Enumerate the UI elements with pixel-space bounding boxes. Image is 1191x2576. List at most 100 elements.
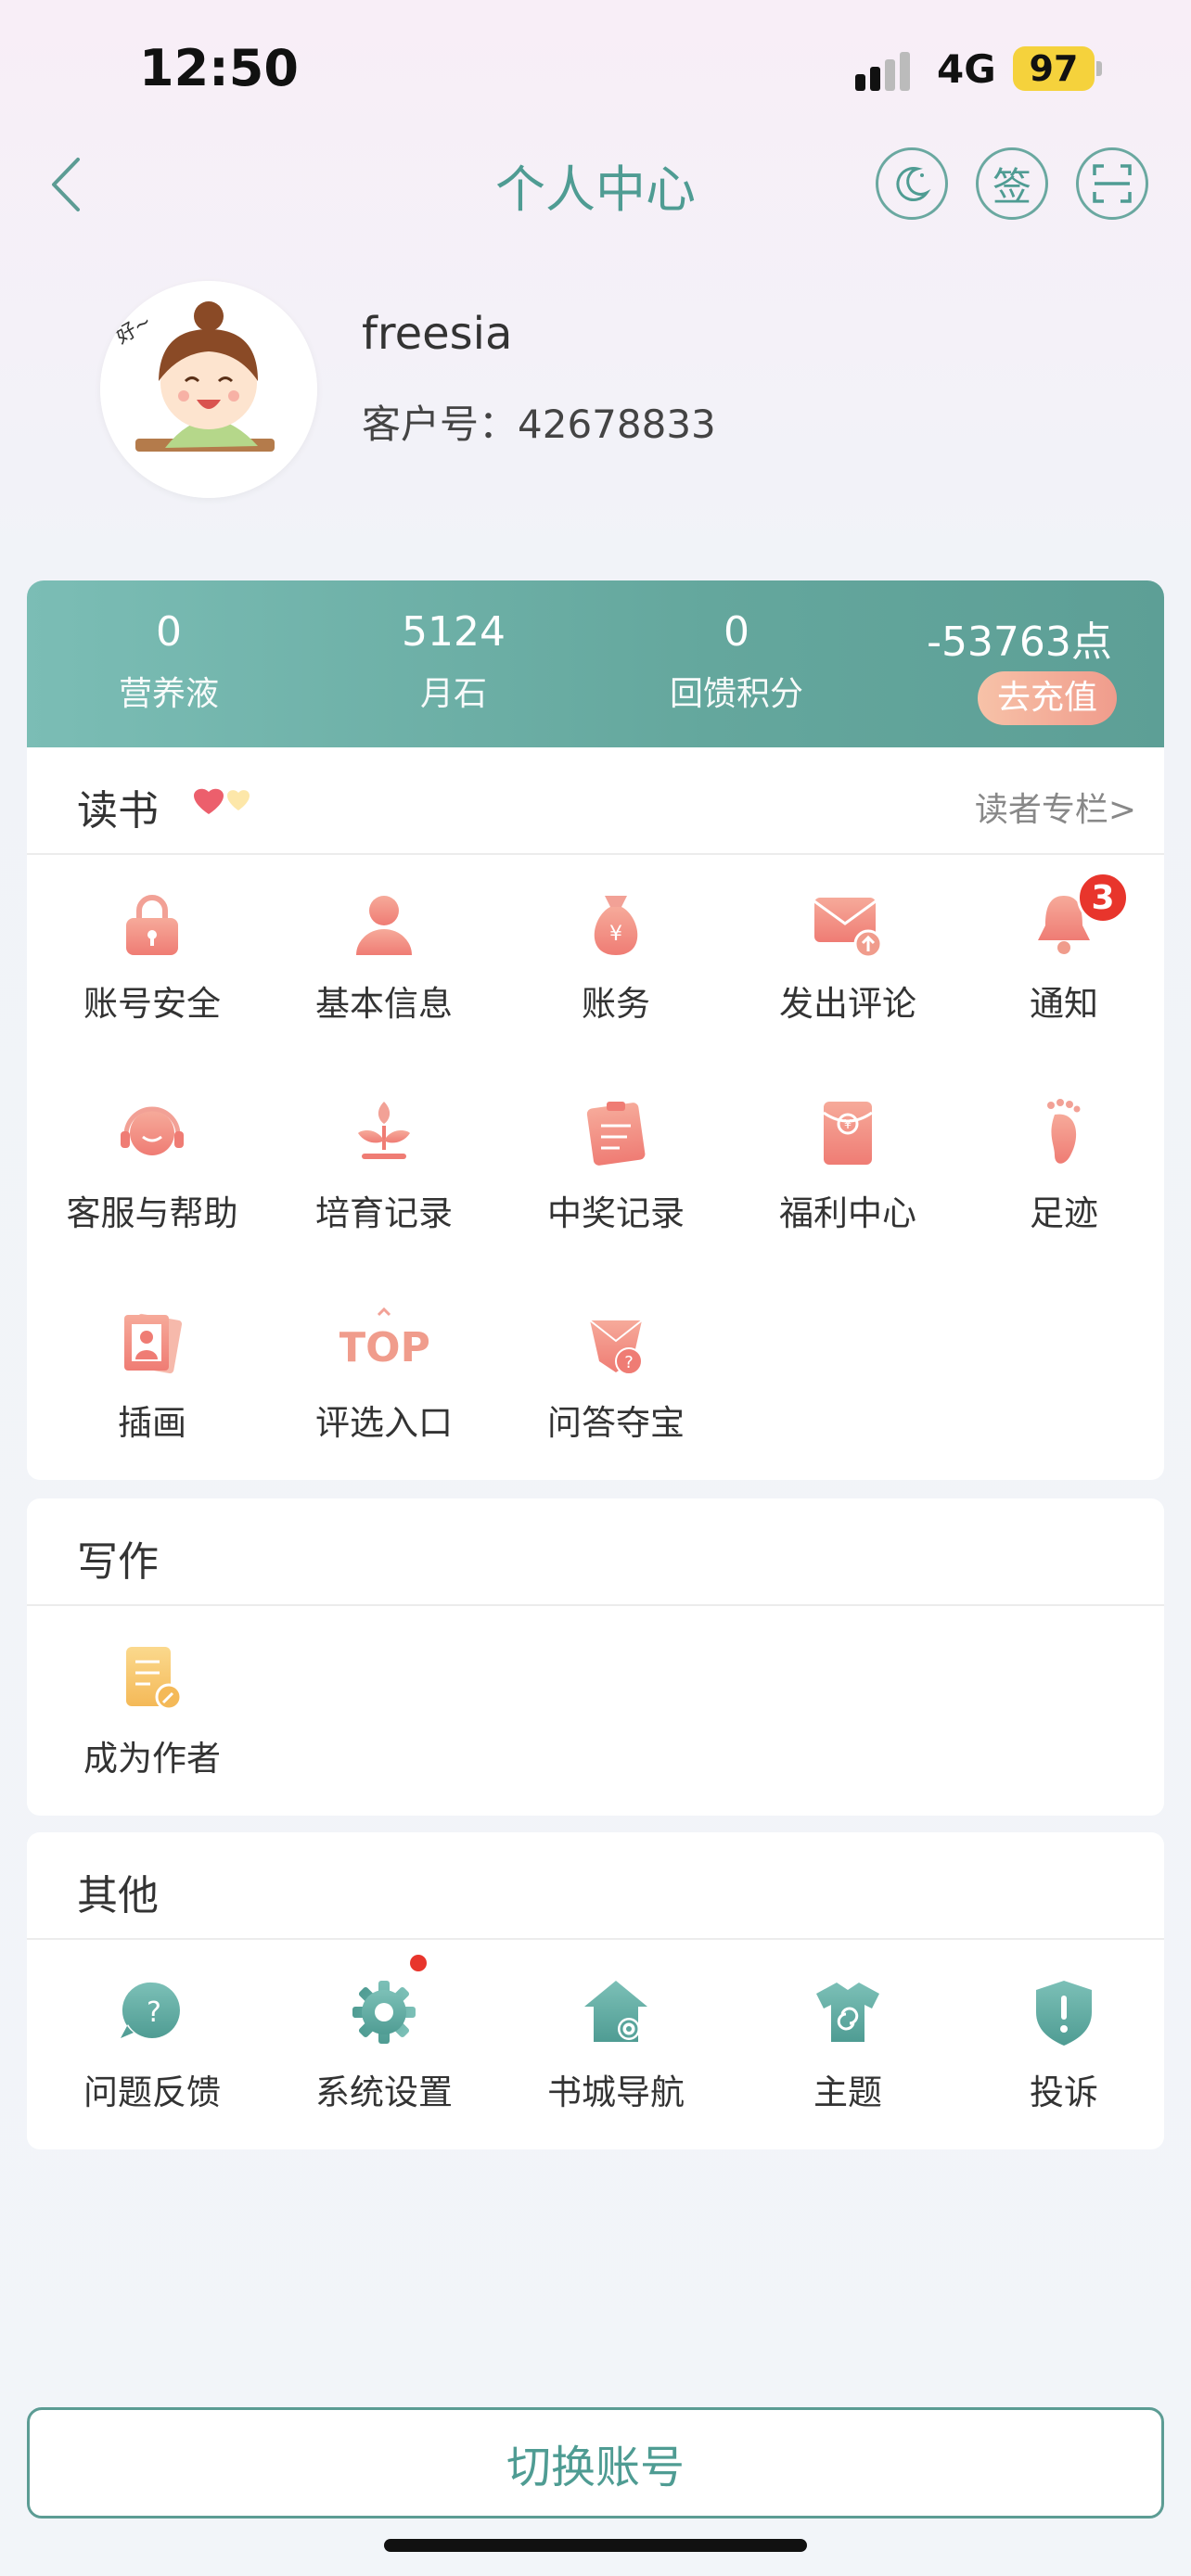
points-value: -53763点	[927, 618, 1112, 666]
item-label: 账号安全	[83, 984, 221, 1024]
moon-icon	[896, 167, 931, 201]
item-label: 客服与帮助	[66, 1193, 238, 1233]
settings-dot	[410, 1955, 427, 1971]
writing-header: 写作	[27, 1498, 1164, 1606]
item-label: 评选入口	[315, 1403, 453, 1443]
question-bubble-icon: ?	[121, 1982, 180, 2038]
item-finance[interactable]: ¥ 账务	[500, 888, 732, 1026]
recharge-button[interactable]: 去充值	[978, 671, 1117, 725]
hearts-icon	[194, 788, 250, 814]
item-feedback[interactable]: ? 问题反馈	[36, 1977, 268, 2114]
notification-badge: 3	[1077, 872, 1129, 924]
stat-label: 回馈积分	[669, 675, 803, 713]
status-time: 12:50	[139, 39, 299, 97]
gear-icon	[352, 1981, 416, 2044]
svg-text:¥: ¥	[844, 1118, 852, 1132]
other-title: 其他	[77, 1872, 159, 1919]
svg-text:?: ?	[624, 1353, 634, 1372]
reading-header: 读书 读者专栏>	[27, 747, 1164, 855]
scan-icon	[1093, 164, 1132, 203]
stats-bar: 0 营养液 5124 月石 0 回馈积分 -53763点 去充值	[27, 580, 1164, 759]
item-label: 主题	[813, 2072, 882, 2112]
signal-icon	[855, 52, 910, 91]
stat-value: 0	[724, 608, 749, 656]
network-type: 4G	[937, 46, 996, 92]
stat-reward-points[interactable]: 0 回馈积分	[616, 608, 857, 715]
stat-value: 0	[156, 608, 182, 656]
item-label: 基本信息	[315, 984, 453, 1024]
item-label: 发出评论	[779, 984, 916, 1024]
stat-label: 营养液	[118, 675, 219, 713]
username: freesia	[362, 308, 513, 360]
sign-in-label: 签	[992, 163, 1031, 210]
top-icon: TOP	[338, 1307, 430, 1371]
item-theme[interactable]: 主题	[732, 1977, 964, 2114]
item-label: 福利中心	[779, 1193, 916, 1233]
item-label: 中奖记录	[547, 1193, 685, 1233]
sprout-icon	[358, 1102, 410, 1159]
scan-button[interactable]	[1076, 147, 1148, 220]
svg-text:¥: ¥	[609, 923, 622, 946]
lock-icon	[126, 895, 178, 955]
item-customer-service[interactable]: 客服与帮助	[36, 1098, 268, 1235]
stat-value: 5124	[402, 608, 506, 656]
item-basic-info[interactable]: 基本信息	[268, 888, 500, 1026]
item-label: 系统设置	[315, 2072, 453, 2112]
item-store-navigation[interactable]: 书城导航	[500, 1977, 732, 2114]
reader-column-link[interactable]: 读者专栏>	[975, 783, 1136, 831]
item-account-security[interactable]: 账号安全	[36, 888, 268, 1026]
item-label: 插画	[118, 1403, 186, 1443]
battery-level: 97	[1029, 48, 1079, 89]
item-voting-entry[interactable]: TOP 评选入口	[268, 1307, 500, 1445]
red-packet-icon: ¥	[823, 1102, 873, 1165]
other-section: 其他 ? 问题反馈 系统设置 书城导航 主题 投诉	[27, 1832, 1164, 2149]
item-label: 问答夺宝	[547, 1403, 685, 1443]
battery-icon: 97	[1013, 46, 1095, 91]
item-label: 通知	[1030, 984, 1098, 1024]
avatar[interactable]: 好~	[100, 281, 317, 498]
avatar-image: 好~	[100, 281, 317, 498]
item-qa-treasure[interactable]: ? 问答夺宝	[500, 1307, 732, 1445]
stat-nutrient[interactable]: 0 营养液	[48, 608, 289, 715]
writing-section: 写作 成为作者	[27, 1498, 1164, 1816]
item-label: 问题反馈	[83, 2072, 221, 2112]
sign-in-button[interactable]: 签	[976, 147, 1048, 220]
item-illustration[interactable]: 插画	[36, 1307, 268, 1445]
customer-number: 客户号：42678833	[362, 402, 716, 447]
home-indicator[interactable]	[384, 2539, 807, 2552]
item-label: 投诉	[1030, 2072, 1098, 2112]
user-icon	[356, 896, 412, 955]
document-pen-icon	[126, 1647, 183, 1711]
clipboard-icon	[586, 1102, 646, 1166]
item-label: 足迹	[1030, 1193, 1098, 1233]
money-bag-icon: ¥	[594, 896, 638, 955]
item-label: 培育记录	[315, 1193, 453, 1233]
item-post-comment[interactable]: 发出评论	[732, 888, 964, 1026]
item-welfare-center[interactable]: ¥ 福利中心	[732, 1098, 964, 1235]
svg-text:?: ?	[147, 1996, 161, 2029]
switch-account-button[interactable]: 切换账号	[27, 2407, 1164, 2519]
item-system-settings[interactable]: 系统设置	[268, 1955, 500, 2114]
top-icon-text: TOP	[339, 1324, 429, 1371]
stat-moonstone[interactable]: 5124 月石	[333, 608, 574, 715]
other-header: 其他	[27, 1832, 1164, 1940]
home-gear-icon	[584, 1981, 647, 2042]
item-footprint[interactable]: 足迹	[964, 1098, 1164, 1235]
item-notifications[interactable]: 3 通知	[964, 872, 1164, 1026]
stat-label: 月石	[419, 675, 487, 713]
item-become-author[interactable]: 成为作者	[36, 1643, 268, 1780]
stat-points: -53763点	[899, 608, 1140, 668]
envelope-icon	[813, 898, 883, 959]
item-label: 书城导航	[547, 2072, 685, 2112]
item-label: 成为作者	[83, 1739, 221, 1779]
picture-icon	[124, 1313, 183, 1374]
headset-icon	[121, 1106, 184, 1155]
shield-alert-icon	[1036, 1981, 1092, 2046]
item-complaint[interactable]: 投诉	[964, 1977, 1164, 2114]
gem-question-icon: ?	[589, 1320, 643, 1375]
night-mode-button[interactable]	[876, 147, 948, 220]
reading-title: 读书	[77, 787, 159, 835]
item-prize-record[interactable]: 中奖记录	[500, 1098, 732, 1235]
item-cultivation-record[interactable]: 培育记录	[268, 1098, 500, 1235]
footprint-icon	[1047, 1099, 1081, 1164]
